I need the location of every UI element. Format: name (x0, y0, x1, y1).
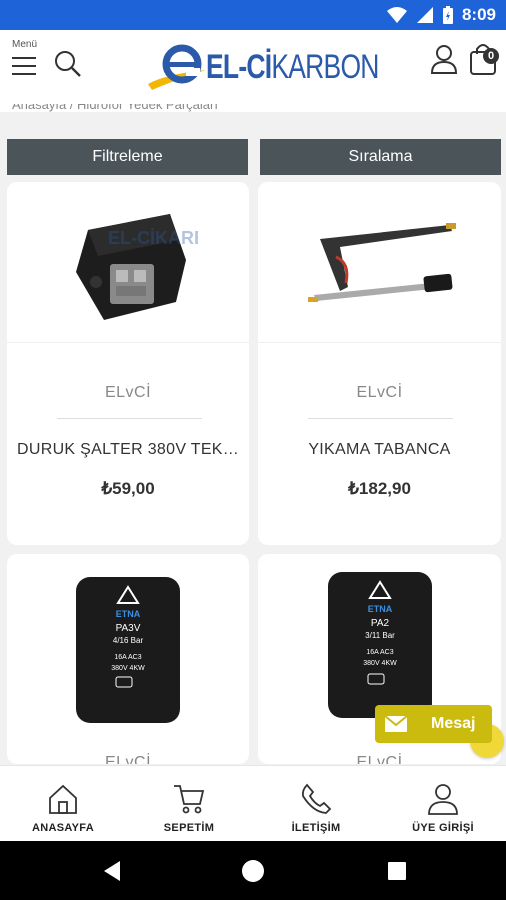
product-card[interactable]: ELvCİ YIKAMA TABANCA ₺182,90 (258, 182, 501, 545)
phone-icon (301, 783, 332, 814)
cart-button[interactable]: 0 (468, 42, 500, 76)
product-brand: ELvCİ (356, 754, 403, 764)
account-button[interactable] (430, 44, 458, 74)
divider (258, 342, 501, 343)
divider (7, 342, 249, 343)
nav-label: İLETİŞİM (291, 822, 341, 834)
svg-text:16A AC3: 16A AC3 (114, 654, 141, 661)
product-image[interactable]: ETNA PA2 3/11 Bar 16A AC3 380V 4KW (258, 554, 501, 729)
cart-count-badge: 0 (483, 48, 499, 64)
product-title[interactable]: DURUK ŞALTER 380V TEK ... (17, 441, 239, 459)
svg-text:4/16 Bar: 4/16 Bar (113, 636, 144, 645)
product-brand: ELvCİ (104, 384, 152, 401)
search-button[interactable] (54, 50, 82, 78)
status-bar: 8:09 (0, 0, 506, 30)
cart-icon (174, 785, 205, 814)
svg-text:ETNA: ETNA (367, 604, 392, 614)
svg-text:PA3V: PA3V (116, 623, 141, 634)
product-brand: ELvCİ (356, 384, 403, 401)
logo-emblem-icon (148, 44, 206, 90)
divider (308, 418, 453, 419)
system-navigation-bar (0, 841, 506, 900)
sort-button[interactable]: Sıralama (260, 139, 501, 175)
search-icon (55, 51, 81, 77)
spray-gun-image (307, 223, 456, 302)
wifi-icon (386, 7, 407, 23)
home-icon (49, 784, 77, 814)
chat-button[interactable]: Mesaj (375, 705, 492, 743)
divider (57, 418, 202, 419)
svg-text:380V 4KW: 380V 4KW (363, 660, 397, 667)
home-circle-icon[interactable] (241, 859, 265, 883)
nav-login[interactable]: ÜYE GİRİŞİ (380, 766, 506, 842)
nav-label: SEPETİM (163, 822, 215, 834)
product-card[interactable]: ETNA PA3V 4/16 Bar 16A AC3 380V 4KW ELvC… (7, 554, 249, 764)
product-brand: ELvCİ (104, 754, 152, 764)
menu-label: Menü (12, 39, 38, 50)
product-card[interactable]: EL-CİKARBON ELvCİ DURUK ŞALTER 380V TEK … (7, 182, 249, 545)
pressure-switch-image: ETNA PA3V 4/16 Bar 16A AC3 380V 4KW (76, 576, 180, 723)
product-price: ₺59,00 (101, 479, 155, 498)
nav-contact[interactable]: İLETİŞİM (253, 766, 379, 842)
bottom-navigation: ANASAYFA SEPETİM İLETİŞİM ÜYE GİRİŞİ (0, 765, 506, 841)
back-icon[interactable] (100, 859, 124, 883)
signal-icon (416, 7, 433, 23)
nav-home[interactable]: ANASAYFA (0, 766, 126, 842)
product-price: ₺182,90 (348, 479, 411, 498)
menu-button[interactable]: Menü (10, 38, 46, 82)
envelope-icon (375, 705, 417, 743)
nav-label: ÜYE GİRİŞİ (412, 822, 474, 834)
clock: 8:09 (461, 5, 496, 24)
svg-text:PA2: PA2 (370, 618, 389, 629)
user-icon (428, 784, 458, 815)
app-header: Menü EL-CİKARBON 0 Anasayfa / Hidrofor Y… (0, 30, 506, 112)
recents-icon[interactable] (385, 859, 409, 883)
pressure-switch-image: EL-CİKARBON (76, 214, 198, 320)
hamburger-icon (12, 57, 36, 75)
svg-text:16A AC3: 16A AC3 (366, 649, 393, 656)
nav-label: ANASAYFA (32, 822, 94, 834)
filter-button[interactable]: Filtreleme (7, 139, 248, 175)
battery-icon (442, 6, 453, 24)
product-image[interactable] (258, 182, 501, 352)
logo-wordmark: EL-CİKARBON (206, 48, 379, 86)
product-image[interactable]: ETNA PA3V 4/16 Bar 16A AC3 380V 4KW (7, 554, 249, 729)
svg-text:380V 4KW: 380V 4KW (111, 665, 145, 672)
product-title[interactable]: YIKAMA TABANCA (268, 441, 491, 459)
svg-text:EL-CİKARBON: EL-CİKARBON (108, 228, 198, 248)
chat-label: Mesaj (431, 715, 476, 732)
pressure-switch-image: ETNA PA2 3/11 Bar 16A AC3 380V 4KW (327, 571, 432, 718)
user-icon (430, 45, 458, 74)
svg-text:ETNA: ETNA (116, 609, 141, 619)
breadcrumb[interactable]: Anasayfa / Hidrofor Yedek Parçaları (12, 104, 218, 114)
svg-text:3/11 Bar: 3/11 Bar (365, 631, 395, 640)
product-image[interactable]: EL-CİKARBON (7, 182, 249, 352)
brand-logo[interactable]: EL-CİKARBON (146, 36, 379, 92)
nav-cart[interactable]: SEPETİM (126, 766, 252, 842)
